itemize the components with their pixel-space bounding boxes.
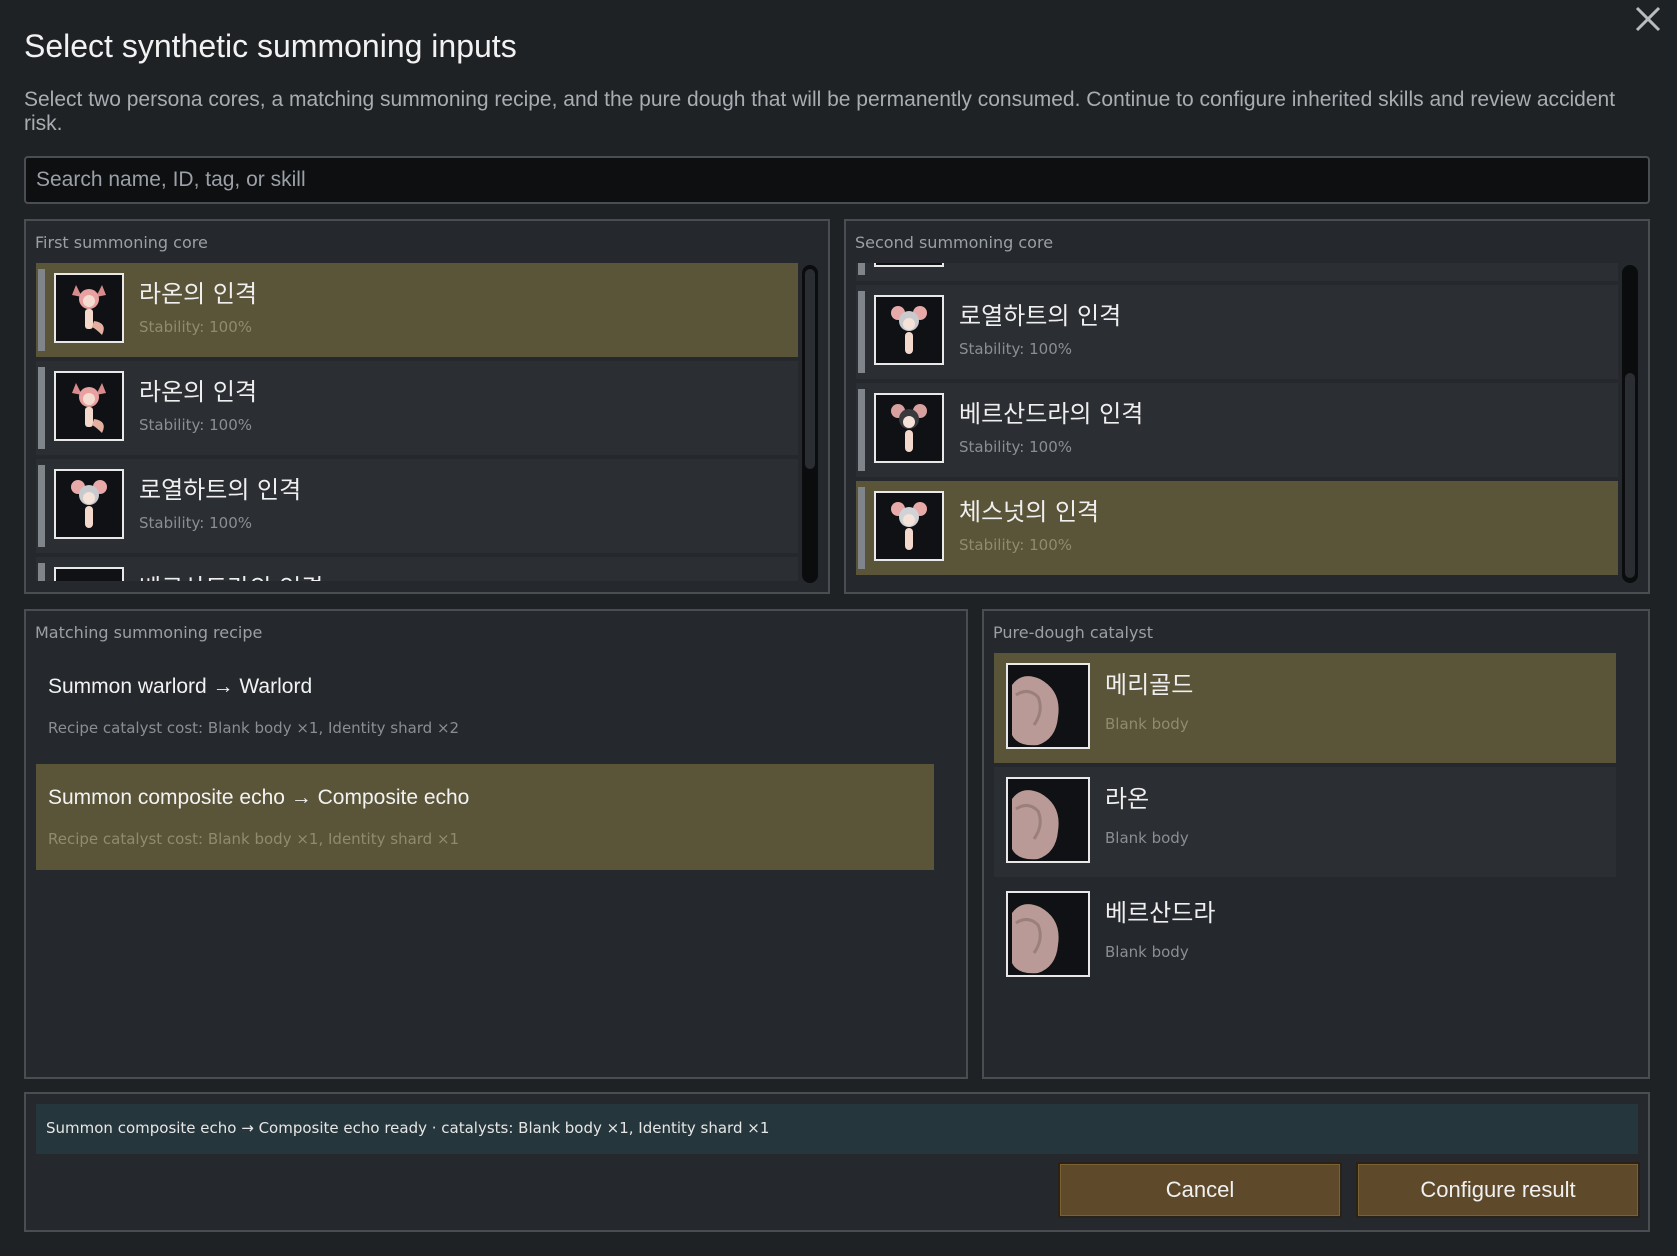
- fox-girl-icon: [72, 285, 106, 335]
- dough-portrait: [1006, 663, 1090, 749]
- rarity-bar: [38, 367, 45, 449]
- persona-stability: Stability: 100%: [959, 340, 1072, 358]
- recipe-name: Summon composite echo → Composite echo: [48, 786, 470, 809]
- persona-name: 로열하트의 인격: [139, 476, 302, 504]
- recipe-cost: Recipe catalyst cost: Blank body ×1, Ide…: [48, 719, 460, 737]
- dough-item[interactable]: 라온 Blank body: [994, 767, 1616, 877]
- configure-result-button[interactable]: Configure result: [1356, 1162, 1640, 1218]
- mouse-girl-icon: [891, 306, 927, 354]
- cancel-button[interactable]: Cancel: [1058, 1162, 1342, 1218]
- recipe-name: Summon warlord → Warlord: [48, 675, 313, 698]
- persona-name: 베르산드라의 인격: [959, 400, 1144, 428]
- persona-portrait: [874, 295, 944, 365]
- rarity-bar: [858, 291, 865, 373]
- recipe-panel: Matching summoning recipe Summon warlord…: [24, 609, 968, 1079]
- second-core-item[interactable]: [856, 263, 1618, 281]
- second-core-list: 로열하트의 인격 Stability: 100% 베르산드라의 인격 Stabi…: [856, 263, 1618, 581]
- dough-name: 메리골드: [1105, 671, 1194, 699]
- first-core-item[interactable]: 로열하트의 인격 Stability: 100%: [36, 459, 798, 553]
- first-core-label: First summoning core: [35, 233, 208, 252]
- dough-portrait: [1006, 777, 1090, 863]
- persona-portrait: [54, 371, 124, 441]
- dough-type: Blank body: [1105, 943, 1189, 961]
- persona-stability: Stability: 100%: [139, 318, 252, 336]
- second-core-item[interactable]: 베르산드라의 인격 Stability: 100%: [856, 383, 1618, 477]
- search-input[interactable]: [24, 156, 1650, 204]
- first-core-list: 라온의 인격 Stability: 100% 라온의 인격 Stability:…: [36, 263, 798, 581]
- second-core-item[interactable]: 체스넛의 인격 Stability: 100%: [856, 481, 1618, 575]
- summoning-dialog: Select synthetic summoning inputs Select…: [0, 0, 1677, 1256]
- dough-type: Blank body: [1105, 829, 1189, 847]
- persona-portrait: [874, 263, 944, 267]
- mouse-girl-icon: [891, 502, 927, 550]
- persona-portrait: [54, 567, 124, 581]
- first-core-item[interactable]: 라온의 인격 Stability: 100%: [36, 361, 798, 455]
- persona-name: 라온의 인격: [139, 378, 258, 406]
- dough-panel: Pure-dough catalyst 메리골드 Blank body 라온 B…: [982, 609, 1650, 1079]
- first-core-item[interactable]: 베르산드라의 인격: [36, 557, 798, 581]
- persona-portrait: [54, 273, 124, 343]
- mouse-girl-icon: [891, 404, 927, 452]
- persona-stability: Stability: 100%: [139, 514, 252, 532]
- recipe-label: Matching summoning recipe: [35, 623, 263, 642]
- dough-portrait: [1006, 891, 1090, 977]
- first-core-scrollbar[interactable]: [802, 265, 818, 583]
- second-core-scrollbar[interactable]: [1622, 265, 1638, 583]
- persona-stability: Stability: 100%: [139, 416, 252, 434]
- persona-portrait: [874, 491, 944, 561]
- mouse-girl-icon: [71, 480, 107, 528]
- dialog-footer: Summon composite echo → Composite echo r…: [24, 1092, 1650, 1232]
- persona-portrait: [54, 469, 124, 539]
- scroll-thumb[interactable]: [1625, 373, 1635, 578]
- dialog-title: Select synthetic summoning inputs: [24, 28, 517, 64]
- rarity-bar: [858, 389, 865, 471]
- dough-name: 베르산드라: [1105, 899, 1216, 927]
- persona-portrait: [874, 393, 944, 463]
- recipe-item[interactable]: Summon composite echo → Composite echo R…: [36, 764, 934, 870]
- persona-name: 베르산드라의 인격: [139, 568, 323, 581]
- dough-label: Pure-dough catalyst: [993, 623, 1154, 642]
- fox-girl-icon: [72, 383, 106, 433]
- persona-name: 체스넛의 인격: [959, 498, 1100, 526]
- rarity-bar: [858, 487, 865, 569]
- persona-name: 로열하트의 인격: [959, 302, 1122, 330]
- second-core-panel: Second summoning core 로열하트의 인격 Stability…: [844, 219, 1650, 594]
- rarity-bar: [858, 263, 865, 275]
- persona-name: 라온의 인격: [139, 280, 258, 308]
- dough-name: 라온: [1105, 785, 1150, 813]
- persona-stability: Stability: 100%: [959, 438, 1072, 456]
- first-core-panel: First summoning core 라온의 인격 Stability: 1…: [24, 219, 830, 594]
- scroll-thumb[interactable]: [805, 269, 815, 469]
- first-core-item[interactable]: 라온의 인격 Stability: 100%: [36, 263, 798, 357]
- dough-type: Blank body: [1105, 715, 1189, 733]
- dough-item[interactable]: 메리골드 Blank body: [994, 653, 1616, 763]
- persona-stability: Stability: 100%: [959, 536, 1072, 554]
- second-core-item[interactable]: 로열하트의 인격 Stability: 100%: [856, 285, 1618, 379]
- close-icon: [1635, 6, 1661, 32]
- status-text: Summon composite echo → Composite echo r…: [46, 1119, 770, 1137]
- dough-item[interactable]: 베르산드라 Blank body: [994, 881, 1616, 991]
- recipe-item[interactable]: Summon warlord → Warlord Recipe catalyst…: [36, 653, 934, 759]
- rarity-bar: [38, 563, 45, 581]
- rarity-bar: [38, 269, 45, 351]
- recipe-cost: Recipe catalyst cost: Blank body ×1, Ide…: [48, 830, 460, 848]
- dialog-description: Select two persona cores, a matching sum…: [24, 88, 1616, 135]
- dough-blob-icon: [1012, 904, 1059, 974]
- status-bar: Summon composite echo → Composite echo r…: [36, 1104, 1638, 1154]
- dough-blob-icon: [1012, 676, 1059, 746]
- rarity-bar: [38, 465, 45, 547]
- second-core-label: Second summoning core: [855, 233, 1054, 252]
- close-button[interactable]: [1631, 2, 1665, 36]
- dough-blob-icon: [1012, 790, 1059, 860]
